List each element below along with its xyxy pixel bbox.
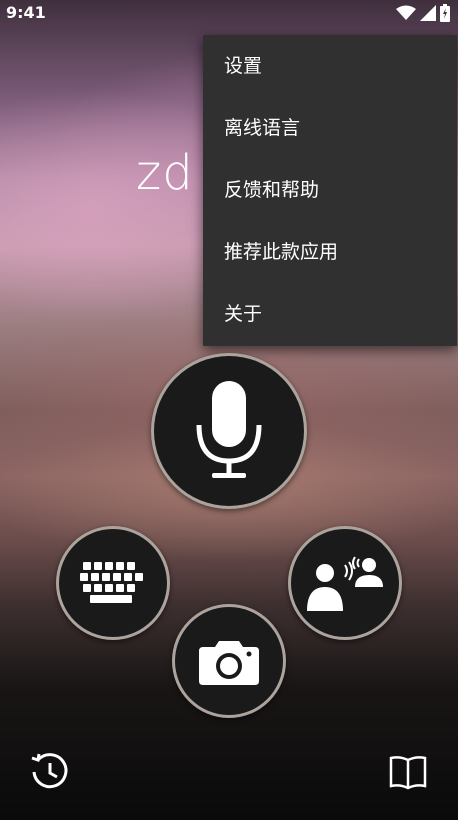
camera-icon bbox=[199, 641, 259, 685]
menu-item-about[interactable]: 关于 bbox=[203, 283, 457, 345]
signal-icon bbox=[420, 5, 436, 21]
phrasebook-button[interactable] bbox=[388, 754, 428, 790]
conversation-icon bbox=[307, 556, 383, 611]
camera-button[interactable] bbox=[172, 604, 286, 718]
menu-item-offline-languages[interactable]: 离线语言 bbox=[203, 97, 457, 159]
menu-item-feedback-help[interactable]: 反馈和帮助 bbox=[203, 159, 457, 221]
microphone-icon bbox=[196, 381, 262, 478]
battery-icon bbox=[440, 4, 450, 22]
detected-text: zd bbox=[136, 145, 194, 201]
keyboard-icon bbox=[80, 562, 143, 603]
menu-item-recommend-app[interactable]: 推荐此款应用 bbox=[203, 221, 457, 283]
phrasebook-icon bbox=[389, 756, 427, 790]
status-icons bbox=[396, 4, 450, 22]
status-bar: 9:41 bbox=[0, 0, 458, 26]
status-time: 9:41 bbox=[6, 3, 46, 22]
history-button[interactable] bbox=[30, 752, 70, 792]
conversation-button[interactable] bbox=[288, 526, 402, 640]
menu-item-settings[interactable]: 设置 bbox=[203, 35, 457, 97]
overflow-menu: 设置 离线语言 反馈和帮助 推荐此款应用 关于 bbox=[203, 35, 457, 346]
wifi-icon bbox=[396, 5, 416, 20]
keyboard-button[interactable] bbox=[56, 526, 170, 640]
microphone-button[interactable] bbox=[151, 353, 307, 509]
history-icon bbox=[31, 753, 68, 789]
